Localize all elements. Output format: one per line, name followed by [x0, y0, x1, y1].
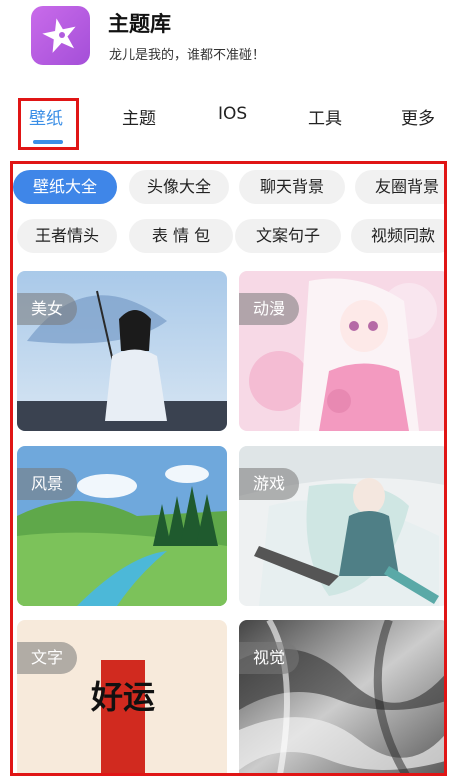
tab-more[interactable]: 更多	[401, 104, 435, 129]
card-label: 动漫	[239, 293, 300, 325]
tab-tools[interactable]: 工具	[308, 104, 342, 129]
app-header: 主题库 龙儿是我的，谁都不准碰！	[0, 0, 461, 90]
card-label: 游戏	[239, 468, 300, 500]
wallpaper-card-landscape[interactable]: 风景	[17, 446, 227, 606]
card-label: 文字	[17, 642, 78, 674]
wallpaper-card-visual[interactable]: 视觉	[239, 620, 444, 773]
chip-video-same-style[interactable]: 视频同款	[351, 219, 444, 253]
card-label: 视觉	[239, 642, 300, 674]
star-icon	[42, 18, 76, 53]
chip-honor-of-kings-avatar[interactable]: 王者情头	[17, 219, 117, 253]
wallpaper-card-text[interactable]: 好运 文字	[17, 620, 227, 773]
chip-wallpaper-all[interactable]: 壁纸大全	[13, 170, 117, 204]
card-label: 美女	[17, 293, 78, 325]
tab-ios[interactable]: IOS	[218, 104, 247, 124]
tab-highlight-box	[18, 98, 79, 150]
wallpaper-card-anime[interactable]: 动漫	[239, 271, 444, 431]
chip-chat-background[interactable]: 聊天背景	[239, 170, 345, 204]
wallpaper-card-game[interactable]: 游戏	[239, 446, 444, 606]
chip-copy-sentences[interactable]: 文案句子	[235, 219, 341, 253]
wallpaper-card-beauty[interactable]: 美女	[17, 271, 227, 431]
app-icon	[31, 6, 90, 65]
chip-moments-background[interactable]: 友圈背景	[355, 170, 444, 204]
app-title: 主题库	[108, 12, 171, 36]
chip-sticker-pack[interactable]: 表 情 包	[129, 219, 233, 253]
app-subtitle: 龙儿是我的，谁都不准碰！	[109, 48, 266, 63]
tab-theme[interactable]: 主题	[122, 104, 156, 129]
art-text: 好运	[90, 678, 155, 716]
chip-avatar-all[interactable]: 头像大全	[129, 170, 229, 204]
card-label: 风景	[17, 468, 78, 500]
wallpaper-content-panel: 壁纸大全 头像大全 聊天背景 友圈背景 王者情头 表 情 包 文案句子 视频同款…	[10, 161, 447, 776]
